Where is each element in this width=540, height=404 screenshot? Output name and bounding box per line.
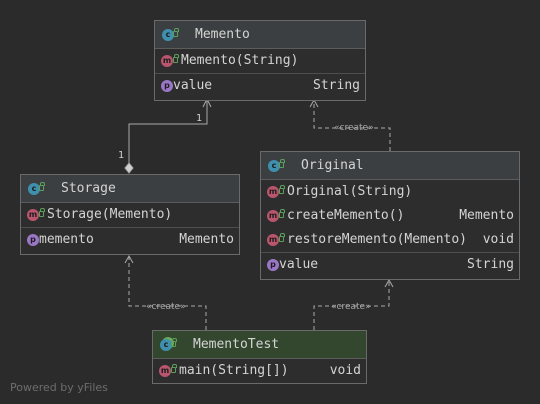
storage-constructor-row[interactable]: m Storage(Memento) <box>21 203 239 228</box>
create-label-test-storage: «create» <box>146 302 186 312</box>
original-constructor: Original(String) <box>287 184 413 199</box>
mementotest-class-name: MementoTest <box>193 337 280 352</box>
storage-field-row[interactable]: p memento Memento <box>21 228 239 252</box>
lock-icon <box>39 181 45 191</box>
original-method-row[interactable]: m restoreMemento(Memento) void <box>261 228 519 253</box>
original-class-node[interactable]: c Original m Original(String) m createMe… <box>260 151 520 280</box>
original-field-row[interactable]: p value String <box>261 253 519 277</box>
storage-class-name: Storage <box>61 181 116 196</box>
lock-icon <box>279 209 285 218</box>
original-field-name: value <box>279 257 319 272</box>
memento-class-header[interactable]: c Memento <box>155 21 365 49</box>
original-class-name: Original <box>301 158 364 173</box>
original-method-name: createMemento() <box>287 208 405 223</box>
memento-field-type: String <box>313 78 360 93</box>
mementotest-method-type: void <box>329 363 361 378</box>
create-label-original-memento: «create» <box>334 123 374 133</box>
original-constructor-row[interactable]: m Original(String) <box>261 180 519 204</box>
mementotest-method-row[interactable]: m main(String[]) void <box>153 359 366 383</box>
create-label-test-original: «create» <box>331 302 371 312</box>
lock-icon <box>171 337 177 347</box>
original-method-type: Memento <box>459 208 514 223</box>
property-icon: p <box>267 259 279 271</box>
memento-field-row[interactable]: p value String <box>155 74 365 98</box>
storage-class-node[interactable]: c Storage m Storage(Memento) p memento M… <box>20 174 240 255</box>
multiplicity-memento: 1 <box>196 113 202 124</box>
storage-field-name: memento <box>39 232 94 247</box>
lock-icon <box>39 208 45 217</box>
method-icon: m <box>267 234 279 246</box>
memento-class-node[interactable]: c Memento m Memento(String) p value Stri… <box>154 20 366 101</box>
method-icon: m <box>27 209 39 221</box>
storage-class-header[interactable]: c Storage <box>21 175 239 203</box>
method-icon: m <box>267 186 279 198</box>
memento-class-name: Memento <box>195 27 250 42</box>
property-icon: p <box>161 80 173 92</box>
original-method-type: void <box>482 232 514 247</box>
original-method-row[interactable]: m createMemento() Memento <box>261 204 519 228</box>
powered-by-footer: Powered by yFiles <box>10 381 108 394</box>
memento-constructor-row[interactable]: m Memento(String) <box>155 49 365 74</box>
lock-icon <box>279 233 285 242</box>
lock-icon <box>173 54 179 63</box>
memento-field-name: value <box>173 78 213 93</box>
property-icon: p <box>27 234 39 246</box>
aggregation-diamond <box>124 162 134 174</box>
method-icon: m <box>161 55 173 67</box>
original-method-name: restoreMemento(Memento) <box>287 232 468 247</box>
multiplicity-storage: 1 <box>118 150 124 161</box>
lock-icon <box>279 158 285 168</box>
original-class-header[interactable]: c Original <box>261 152 519 180</box>
mementotest-class-header[interactable]: c MementoTest <box>153 331 366 359</box>
storage-field-type: Memento <box>179 232 234 247</box>
method-icon: m <box>267 210 279 222</box>
lock-icon <box>171 364 177 373</box>
association-edge <box>124 97 212 174</box>
memento-constructor: Memento(String) <box>181 53 299 68</box>
static-method-icon: m <box>159 365 171 377</box>
lock-icon <box>279 185 285 194</box>
mementotest-class-node[interactable]: c MementoTest m main(String[]) void <box>152 330 367 384</box>
mementotest-method-name: main(String[]) <box>179 363 289 378</box>
original-field-type: String <box>467 257 514 272</box>
create-edge-test-storage <box>124 254 207 330</box>
storage-constructor: Storage(Memento) <box>47 207 173 222</box>
lock-icon <box>173 27 179 37</box>
